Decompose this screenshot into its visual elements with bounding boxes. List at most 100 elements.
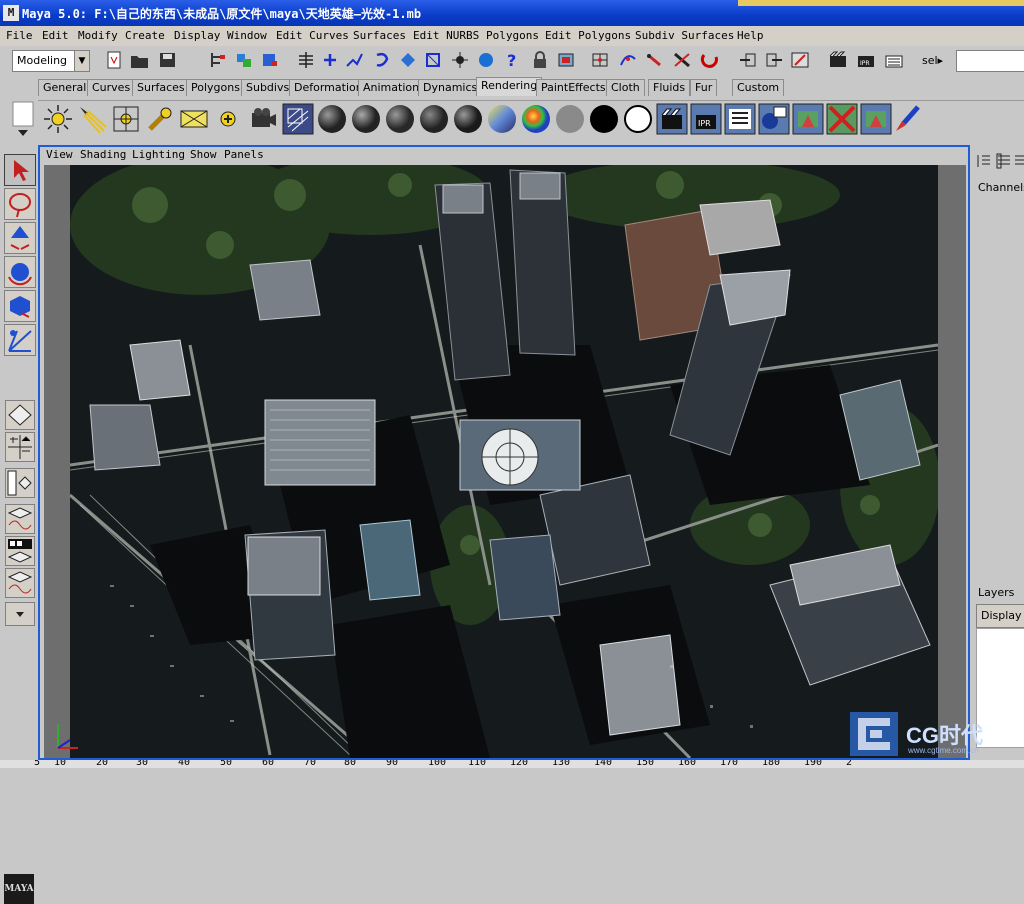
menu-file[interactable]: File [6,29,33,42]
render-settings-icon[interactable] [724,103,756,135]
select-tool-icon[interactable] [4,154,36,186]
layout-persp-graph-icon[interactable] [5,504,35,534]
scale-tool-icon[interactable] [4,290,36,322]
layers-label[interactable]: Layers [978,586,1014,599]
menu-help[interactable]: Help [737,29,764,42]
select-by-handle-icon[interactable] [296,51,316,69]
blinn-sphere-icon[interactable] [350,103,382,135]
select-hierarchy-icon[interactable] [208,51,228,69]
tab-curves[interactable]: Curves [87,79,136,96]
tab-animation[interactable]: Animation [358,79,425,96]
ambient-light-icon[interactable] [212,103,244,135]
snap-to-view-plane-icon[interactable] [672,51,692,69]
render-globals-icon[interactable] [884,51,904,69]
ramp-shader-icon[interactable] [520,103,552,135]
anisotropic-sphere-icon[interactable] [452,103,484,135]
channels-label[interactable]: Channels [978,181,1024,194]
open-scene-icon[interactable] [130,51,150,69]
menu-edit-nurbs[interactable]: Edit NURBS [413,29,479,42]
tab-surfaces[interactable]: Surfaces [132,79,190,96]
hardware-render-icon[interactable] [826,103,858,135]
tab-general[interactable]: General [38,79,92,96]
panel-menu-panels[interactable]: Panels [224,148,264,161]
rotate-tool-icon[interactable] [4,256,36,288]
select-by-surface-icon[interactable] [372,51,392,69]
menu-set-dropdown[interactable]: Modeling ▼ [12,50,90,72]
menu-polygons[interactable]: Polygons [486,29,539,42]
menu-create[interactable]: Create [125,29,165,42]
panel-menu-show[interactable]: Show [190,148,217,161]
panel-menu-shading[interactable]: Shading [80,148,126,161]
tool-settings-toggle-icon[interactable] [1014,153,1024,169]
display-layer-button[interactable]: Display [976,604,1024,628]
tab-fluids[interactable]: Fluids [648,79,691,96]
use-background-icon[interactable] [622,103,654,135]
black-shader-icon[interactable] [588,103,620,135]
tab-polygons[interactable]: Polygons [186,79,245,96]
menu-window[interactable]: Window [227,29,267,42]
lasso-tool-icon[interactable] [4,188,36,220]
panel-menu-view[interactable]: View [46,148,73,161]
select-component-icon[interactable] [260,51,280,69]
layer-list[interactable] [976,628,1024,748]
help-question-icon[interactable]: ? [502,51,522,70]
volume-light-icon[interactable] [178,103,210,135]
layout-menu-chevron-icon[interactable] [5,602,35,626]
ipr-render-icon[interactable]: IPR [690,103,722,135]
ipr-render-icon[interactable]: IPR [856,51,876,69]
render-current-frame-icon[interactable] [828,51,848,69]
layout-persp-outliner-icon[interactable] [5,468,35,498]
select-by-deformation-icon[interactable] [398,51,418,69]
layered-shader-icon[interactable] [486,103,518,135]
tab-deformation[interactable]: Deformation [289,79,368,96]
point-light-icon[interactable] [42,103,74,135]
layout-persp-graph-hypergraph-icon[interactable] [5,568,35,598]
tab-subdivs[interactable]: Subdivs [241,79,295,96]
hypershade-icon[interactable] [758,103,790,135]
tab-dynamics[interactable]: Dynamics [418,79,483,96]
batch-render-icon[interactable] [792,103,824,135]
attribute-editor-toggle-icon[interactable] [996,153,1012,169]
camera-icon[interactable] [246,103,278,135]
select-by-misc-icon[interactable] [476,51,496,69]
snap-to-point-icon[interactable] [644,51,664,69]
selection-field-label[interactable]: sel▸ [922,54,943,67]
channel-box-toggle-icon[interactable] [976,153,992,169]
snap-to-curve-icon[interactable] [618,51,638,69]
layout-single-perspective-icon[interactable] [5,400,35,430]
select-by-rendering-icon[interactable] [450,51,470,69]
selection-input[interactable] [956,50,1024,72]
area-light-icon[interactable] [144,103,176,135]
camera-aim-icon[interactable] [282,103,314,135]
menu-edit-polygons[interactable]: Edit Polygons [545,29,631,42]
select-by-curve-icon[interactable] [344,51,364,69]
menu-surfaces[interactable]: Surfaces [353,29,406,42]
menu-edit[interactable]: Edit [42,29,69,42]
tab-rendering[interactable]: Rendering [476,77,543,96]
menu-display[interactable]: Display [174,29,220,42]
surface-shader-icon[interactable] [554,103,586,135]
tab-painteffects[interactable]: PaintEffects [536,79,611,96]
directional-light-icon[interactable] [110,103,142,135]
phong-sphere-icon[interactable] [384,103,416,135]
paint-canvas-icon[interactable] [892,103,924,135]
new-scene-icon[interactable] [104,51,124,69]
menu-subdiv-surfaces[interactable]: Subdiv Surfaces [635,29,734,42]
layout-four-view-icon[interactable] [5,432,35,462]
save-scene-icon[interactable] [158,51,178,69]
lambert-sphere-icon[interactable] [316,103,348,135]
select-by-joint-icon[interactable] [320,51,340,69]
menu-modify[interactable]: Modify [78,29,118,42]
move-tool-icon[interactable] [4,222,36,254]
spot-light-icon[interactable] [76,103,108,135]
shelf-menu-icon[interactable] [10,98,36,142]
render-icon[interactable] [656,103,688,135]
output-operations-icon[interactable] [764,51,784,69]
highlight-selection-icon[interactable] [556,51,576,69]
phonge-sphere-icon[interactable] [418,103,450,135]
time-slider[interactable]: 5 10 20 30 40 50 60 70 80 90 100 110 120… [0,760,1024,768]
manipulator-tool-icon[interactable] [4,324,36,356]
make-live-icon[interactable] [700,51,720,69]
chevron-down-icon[interactable]: ▼ [74,51,89,71]
lock-selection-icon[interactable] [530,51,550,69]
